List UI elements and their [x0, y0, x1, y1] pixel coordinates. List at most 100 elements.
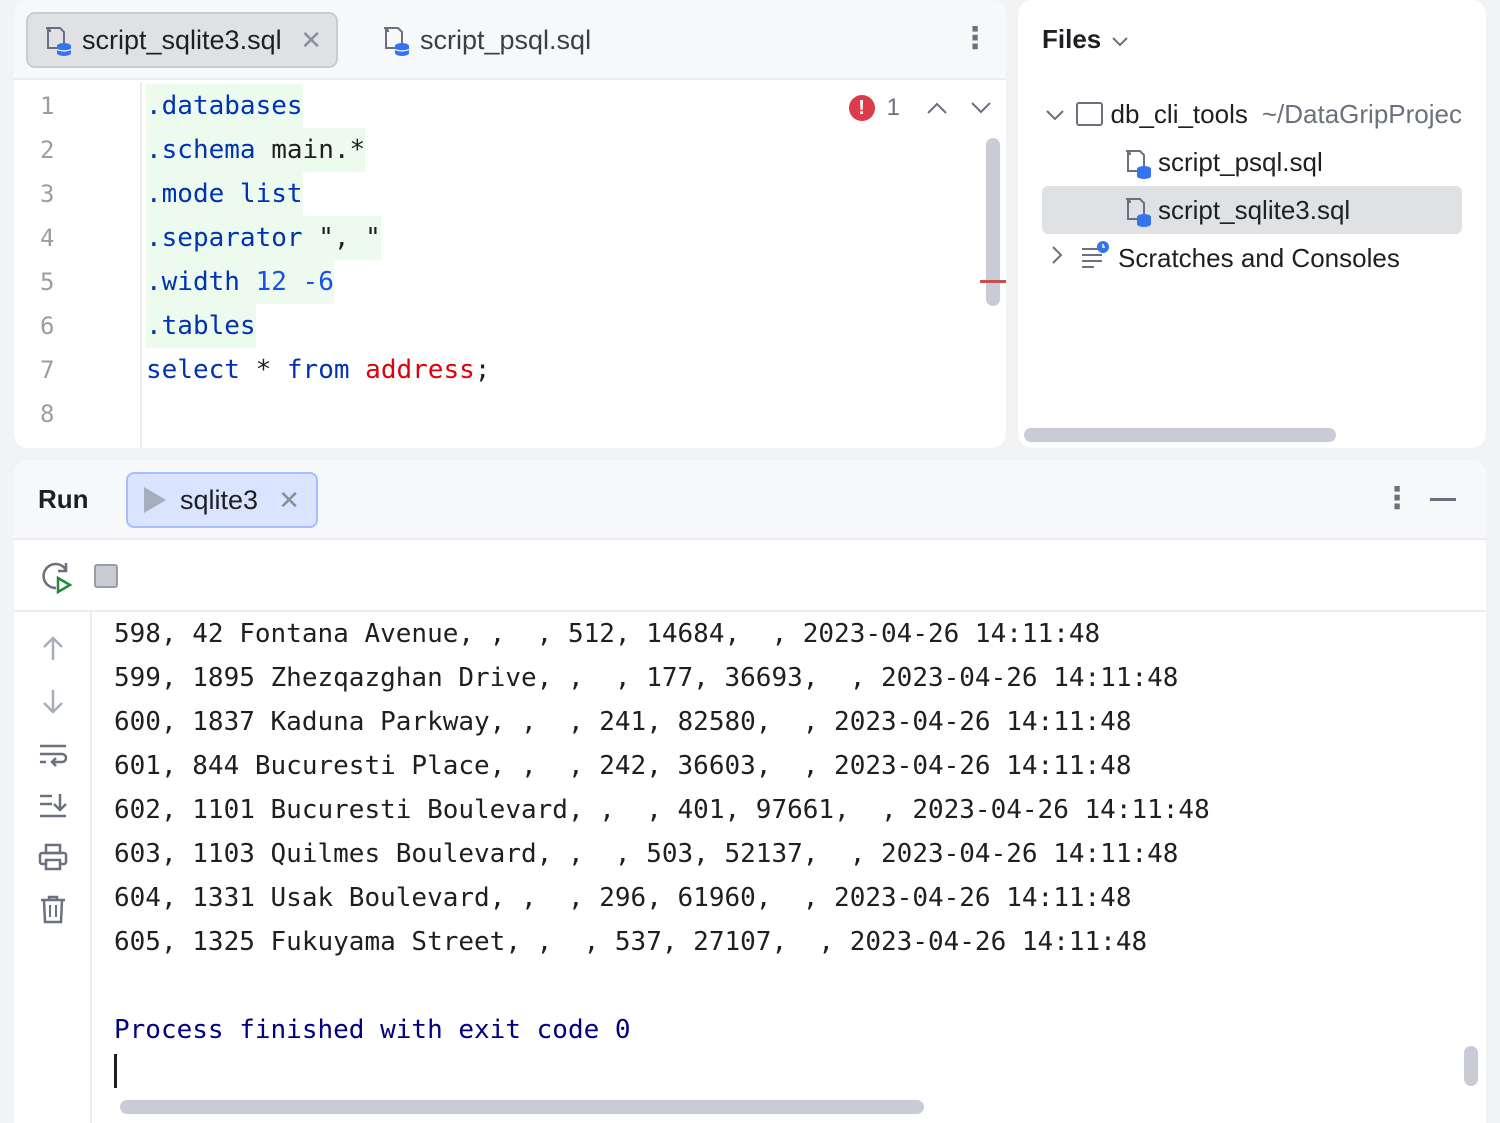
line-number: 4: [40, 224, 55, 252]
tree-item-label: Scratches and Consoles: [1118, 242, 1400, 273]
identifier: main.*: [255, 135, 366, 165]
code-line: 7 select * from address;: [14, 348, 1006, 392]
code-text: .width 12 -6: [146, 260, 334, 304]
chevron-down-icon: [1111, 24, 1129, 55]
files-scrollbar[interactable]: [1024, 428, 1336, 442]
files-header[interactable]: Files: [1042, 24, 1129, 55]
code-line: 3 .mode list: [14, 172, 1006, 216]
operator: *: [239, 355, 287, 385]
rerun-icon[interactable]: [40, 560, 73, 599]
console-output[interactable]: 598, 42 Fontana Avenue, , , 512, 14684, …: [114, 612, 1454, 1102]
console-line: 603, 1103 Quilmes Boulevard, , , 503, 52…: [114, 839, 1179, 869]
tree-item-script-psql[interactable]: script_psql.sql: [1042, 138, 1462, 186]
code-text: .tables: [146, 304, 256, 348]
chevron-down-icon[interactable]: [1042, 101, 1068, 127]
line-number: 5: [40, 268, 55, 296]
tab-sqlite3[interactable]: sqlite3 ✕: [126, 472, 318, 528]
console-line: 605, 1325 Fukuyama Street, , , 537, 2710…: [114, 927, 1148, 957]
close-tab-icon[interactable]: ✕: [300, 25, 322, 56]
run-header: Run sqlite3 ✕ ⋮: [14, 460, 1486, 540]
play-icon: [144, 487, 166, 513]
console-line: 600, 1837 Kaduna Parkway, , , 241, 82580…: [114, 707, 1132, 737]
text-caret: [114, 1054, 117, 1088]
chevron-up-icon[interactable]: [926, 94, 948, 122]
arrow-up-icon[interactable]: [38, 634, 68, 664]
console-horizontal-scrollbar[interactable]: [120, 1100, 924, 1114]
console-line: 599, 1895 Zhezqazghan Drive, , , 177, 36…: [114, 663, 1179, 693]
code-line: 6 .tables: [14, 304, 1006, 348]
string-literal: ", ": [302, 223, 381, 253]
keyword: select: [146, 355, 240, 385]
semicolon: ;: [474, 355, 491, 385]
tab-script-sqlite3[interactable]: script_sqlite3.sql ✕: [26, 12, 338, 68]
keyword: .separator: [146, 223, 303, 253]
keyword: .width: [146, 267, 240, 297]
run-title: Run: [38, 484, 89, 514]
line-number: 2: [40, 136, 55, 164]
code-editor[interactable]: 1 .databases 2 .schema main.* 3 .mode li…: [14, 82, 1006, 448]
tab-script-psql[interactable]: script_psql.sql: [366, 12, 605, 68]
line-number: 3: [40, 180, 55, 208]
editor-panel: script_sqlite3.sql ✕ script_psql.sql ⋮ 1…: [14, 0, 1006, 448]
code-text: select * from address;: [146, 348, 490, 392]
tab-label: script_sqlite3.sql: [82, 24, 282, 55]
trash-icon[interactable]: [38, 894, 68, 924]
line-number: 6: [40, 312, 55, 340]
arrow-down-icon[interactable]: [38, 686, 68, 716]
console-line: 601, 844 Bucuresti Place, , , 242, 36603…: [114, 751, 1132, 781]
scroll-to-end-icon[interactable]: [38, 790, 68, 820]
unresolved-table: address: [365, 355, 475, 385]
folder-icon: [1076, 102, 1103, 126]
run-panel: Run sqlite3 ✕ ⋮ 598, 42 Fontana Avenue, …: [14, 460, 1486, 1123]
editor-tab-bar: script_sqlite3.sql ✕ script_psql.sql ⋮: [14, 0, 1006, 80]
sql-file-icon: [42, 24, 74, 56]
error-icon: !: [848, 95, 875, 121]
code-line: 4 .separator ", ": [14, 216, 1006, 260]
error-count: 1: [886, 94, 900, 121]
scratches-icon: [1080, 240, 1110, 276]
line-number: 7: [40, 356, 55, 384]
more-options-icon[interactable]: ⋮: [1382, 484, 1412, 514]
number-literal: 12 -6: [239, 267, 334, 297]
sql-file-icon: [1122, 195, 1156, 227]
tree-item-scratches[interactable]: Scratches and Consoles: [1042, 234, 1462, 282]
chevron-right-icon[interactable]: [1042, 245, 1072, 271]
project-path: ~/DataGripProjec: [1261, 98, 1462, 129]
more-options-icon[interactable]: ⋮: [960, 24, 990, 54]
console-line: 598, 42 Fontana Avenue, , , 512, 14684, …: [114, 619, 1101, 649]
files-panel: Files db_cli_tools ~/DataGripProjec scri…: [1018, 0, 1486, 448]
run-toolbar: [14, 542, 1486, 612]
code-text: .separator ", ": [146, 216, 381, 260]
print-icon[interactable]: [38, 842, 68, 872]
tree-item-label: script_psql.sql: [1158, 146, 1323, 177]
sql-file-icon: [380, 24, 412, 56]
console-side-actions: [14, 612, 92, 1123]
soft-wrap-icon[interactable]: [38, 740, 68, 770]
process-finished-message: Process finished with exit code 0: [114, 1015, 631, 1045]
code-line: 8: [14, 392, 1006, 436]
inspection-widget[interactable]: ! 1: [848, 94, 992, 122]
line-number: 1: [40, 92, 55, 120]
keyword: .schema: [146, 135, 256, 165]
tree-item-label: db_cli_tools: [1110, 98, 1248, 129]
tree-item-label: script_sqlite3.sql: [1158, 194, 1351, 225]
close-tab-icon[interactable]: ✕: [278, 485, 300, 516]
console-line: 604, 1331 Usak Boulevard, , , 296, 61960…: [114, 883, 1132, 913]
keyword: from: [286, 355, 350, 385]
code-text: .schema main.*: [146, 128, 366, 172]
tree-item-db-cli-tools[interactable]: db_cli_tools ~/DataGripProjec: [1042, 90, 1462, 138]
console-vertical-scrollbar[interactable]: [1464, 1046, 1478, 1086]
chevron-down-icon[interactable]: [970, 94, 992, 122]
sql-file-icon: [1122, 147, 1156, 179]
code-text: .mode list: [146, 172, 303, 216]
tab-label: script_psql.sql: [420, 24, 592, 55]
code-line: 2 .schema main.*: [14, 128, 1006, 172]
error-stripe-marker[interactable]: [980, 280, 1006, 283]
files-title: Files: [1042, 24, 1102, 54]
minimize-icon[interactable]: [1430, 498, 1456, 501]
run-tab-label: sqlite3: [180, 484, 259, 515]
line-number: 8: [40, 400, 55, 428]
tree-item-script-sqlite3[interactable]: script_sqlite3.sql: [1042, 186, 1462, 234]
stop-button[interactable]: [94, 564, 118, 588]
